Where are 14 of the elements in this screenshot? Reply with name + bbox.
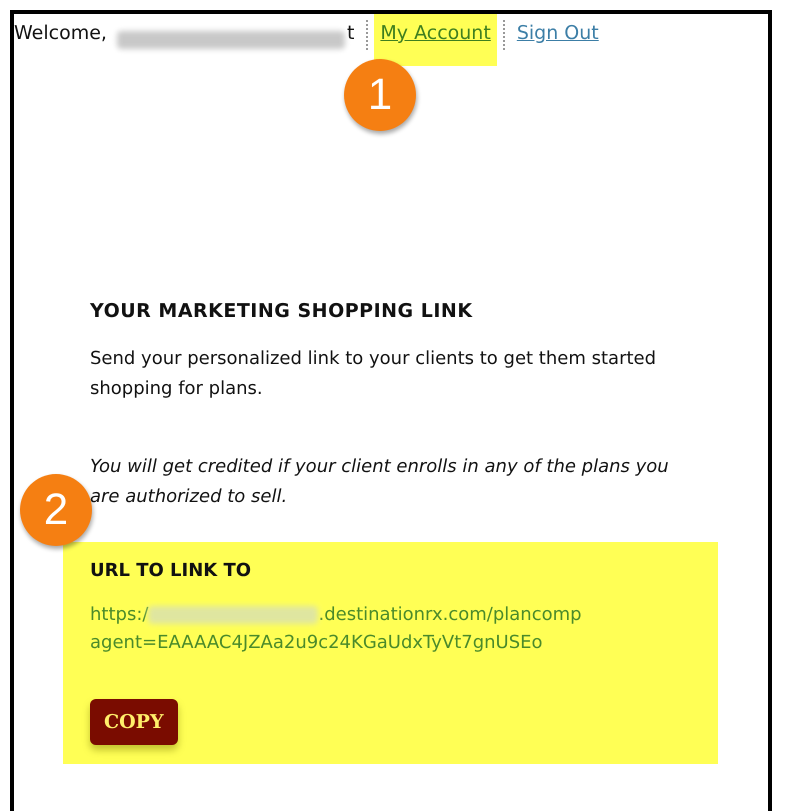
url-text: https:/ [90,603,148,627]
box-title: URL TO LINK TO [90,560,252,581]
copy-button[interactable]: COPY [90,699,178,745]
name-text: t [346,21,354,44]
step-badge: 2 [20,474,92,546]
step-badge: 1 [344,59,416,131]
description-text: Send your personalized link to your clients to get them started shopping for plans. [90,347,658,401]
account-link[interactable]: My Account [374,14,497,66]
url-text: .destinationrx.com/plancomp [318,603,582,627]
url-text: agent=EAAAAC4JZAa2u9c24KGaUdxTyVt7gnUSEo [90,631,543,655]
account-link[interactable]: Sign Out [510,14,605,44]
section-title: YOUR MARKETING SHOPPING LINK [90,300,474,322]
note-text: You will get credited if your client enrolls in any of the plans you are authorized to sell. [90,455,670,509]
welcome-text: Welcome, [14,21,107,44]
